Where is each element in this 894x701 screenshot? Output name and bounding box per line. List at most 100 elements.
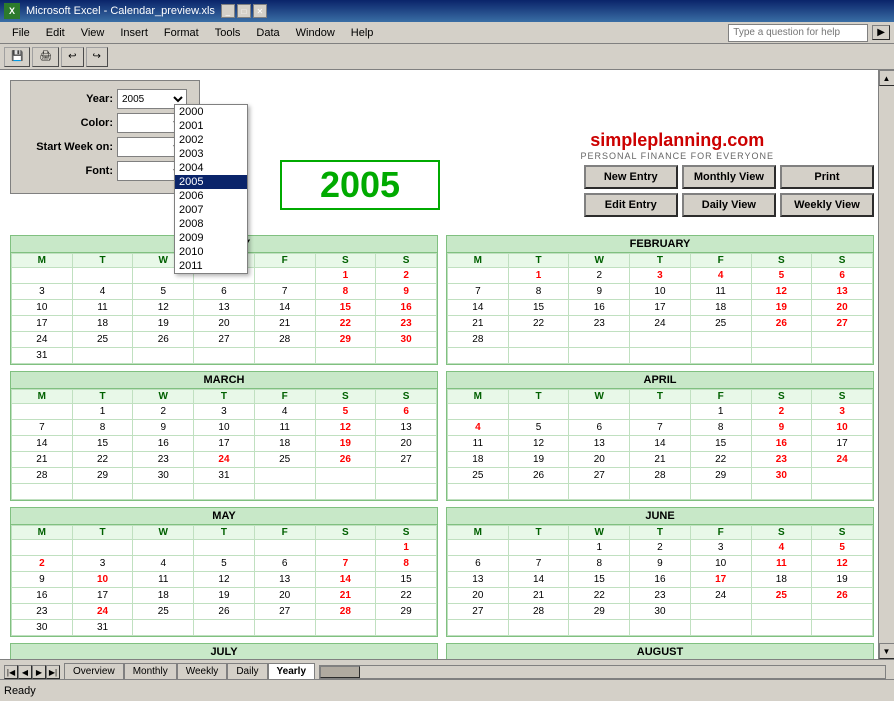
tab-weekly[interactable]: Weekly [177,663,228,679]
year-dropdown[interactable]: 2000 2001 2002 2003 2004 2005 2006 2007 … [174,104,248,274]
year-option-2002[interactable]: 2002 [175,133,247,147]
year-option-2009[interactable]: 2009 [175,231,247,245]
maximize-button[interactable]: □ [237,4,251,18]
calendars-container: JANUARY M T W T F S S 12 [10,235,874,659]
horizontal-scrollbar[interactable] [319,665,886,679]
logo-text: simpleplanning.com [580,130,774,151]
table-row: 31 [12,348,437,364]
calendar-june: JUNE MTWTFSS 12345 6789101112 1314151617… [446,507,874,637]
calendar-february: FEBRUARY MTWTFSS 123456 78910111213 1415… [446,235,874,365]
table-row: 20212223242526 [448,588,873,604]
toolbar-print[interactable]: 🖨 [32,47,59,67]
title-bar: X Microsoft Excel - Calendar_preview.xls… [0,0,894,22]
june-table: MTWTFSS 12345 6789101112 13141516171819 … [447,525,873,636]
table-row: 16171819202122 [12,588,437,604]
edit-entry-button[interactable]: Edit Entry [584,193,678,217]
tab-prev-button[interactable]: ◀ [18,665,32,679]
menu-window[interactable]: Window [288,25,343,41]
close-button[interactable]: ✕ [253,4,267,18]
menu-bar: File Edit View Insert Format Tools Data … [0,22,894,44]
calendar-july: JULY MTWTFSS [10,643,438,659]
year-option-2010[interactable]: 2010 [175,245,247,259]
table-row: 12345 [448,540,873,556]
tab-nav: |◀ ◀ ▶ ▶| [4,665,60,679]
weekly-view-button[interactable]: Weekly View [780,193,874,217]
scroll-down-button[interactable]: ▼ [879,643,894,659]
status-text: Ready [4,685,36,697]
startweek-row: Start Week on: [23,137,187,157]
table-row [448,484,873,500]
year-row: Year: 2005 [23,89,187,109]
year-option-2003[interactable]: 2003 [175,147,247,161]
year-option-2005[interactable]: 2005 [175,175,247,189]
tab-next-button[interactable]: ▶ [32,665,46,679]
settings-panel: Year: 2005 Color: Start Week on: Font: [10,80,200,194]
calendar-march: MARCH MTWTFSS 123456 78910111213 1415161… [10,371,438,501]
menu-file[interactable]: File [4,25,38,41]
table-row: 6789101112 [448,556,873,572]
window-controls[interactable]: _ □ ✕ [221,4,267,18]
toolbar-save[interactable]: 💾 [4,47,30,67]
year-option-2004[interactable]: 2004 [175,161,247,175]
action-buttons: New Entry Monthly View Print Edit Entry … [584,165,874,217]
year-option-2007[interactable]: 2007 [175,203,247,217]
table-row: 78910111213 [448,284,873,300]
menu-insert[interactable]: Insert [112,25,156,41]
toolbar-undo[interactable]: ↩ [61,47,83,67]
june-header: JUNE [447,508,873,525]
tab-monthly[interactable]: Monthly [124,663,177,679]
table-row: 14151617181920 [12,436,437,452]
vertical-scrollbar[interactable]: ▲ ▼ [878,70,894,659]
menu-view[interactable]: View [73,25,113,41]
table-row: 28 [448,332,873,348]
year-option-2001[interactable]: 2001 [175,119,247,133]
tab-first-button[interactable]: |◀ [4,665,18,679]
july-header: JULY [11,644,437,659]
new-entry-button[interactable]: New Entry [584,165,678,189]
monthly-view-button[interactable]: Monthly View [682,165,776,189]
tab-yearly[interactable]: Yearly [268,663,315,679]
year-option-2006[interactable]: 2006 [175,189,247,203]
font-label: Font: [23,165,113,177]
calendar-row-1: JANUARY M T W T F S S 12 [10,235,874,365]
table-row: 14151617181920 [448,300,873,316]
menu-tools[interactable]: Tools [207,25,249,41]
scroll-thumb[interactable] [320,666,360,678]
calendar-may: MAY MTWTFSS 1 2345678 9101112131415 1617… [10,507,438,637]
year-option-2008[interactable]: 2008 [175,217,247,231]
february-header: FEBRUARY [447,236,873,253]
table-row: 78910111213 [12,420,437,436]
toolbar: 💾 🖨 ↩ ↪ [0,44,894,70]
table-row: 1 [12,540,437,556]
table-row: 18192021222324 [448,452,873,468]
table-row: 13141516171819 [448,572,873,588]
status-bar: Ready [0,679,894,701]
spreadsheet: Year: 2005 Color: Start Week on: Font: [0,70,894,659]
year-option-2011[interactable]: 2011 [175,259,247,273]
tab-last-button[interactable]: ▶| [46,665,60,679]
app-icon: X [4,3,20,19]
toolbar-redo[interactable]: ↪ [86,47,108,67]
calendar-row-2: MARCH MTWTFSS 123456 78910111213 1415161… [10,371,874,501]
menu-data[interactable]: Data [248,25,287,41]
window-title: Microsoft Excel - Calendar_preview.xls [26,5,215,17]
table-row: 17181920212223 [12,316,437,332]
table-row: 123456 [448,268,873,284]
help-question-button[interactable]: ▶ [872,25,890,40]
calendar-row-4: JULY MTWTFSS AUGUST MTWTFSS [10,643,874,659]
year-option-2000[interactable]: 2000 [175,105,247,119]
help-question-area: ▶ [728,24,890,42]
jan-h-t1: T [72,254,133,268]
minimize-button[interactable]: _ [221,4,235,18]
menu-edit[interactable]: Edit [38,25,73,41]
print-button[interactable]: Print [780,165,874,189]
menu-help[interactable]: Help [343,25,382,41]
color-label: Color: [23,117,113,129]
daily-view-button[interactable]: Daily View [682,193,776,217]
help-question-input[interactable] [728,24,868,42]
scroll-up-button[interactable]: ▲ [879,70,894,86]
table-row: 21222324252627 [12,452,437,468]
tab-daily[interactable]: Daily [227,663,267,679]
menu-format[interactable]: Format [156,25,207,41]
tab-overview[interactable]: Overview [64,663,124,679]
